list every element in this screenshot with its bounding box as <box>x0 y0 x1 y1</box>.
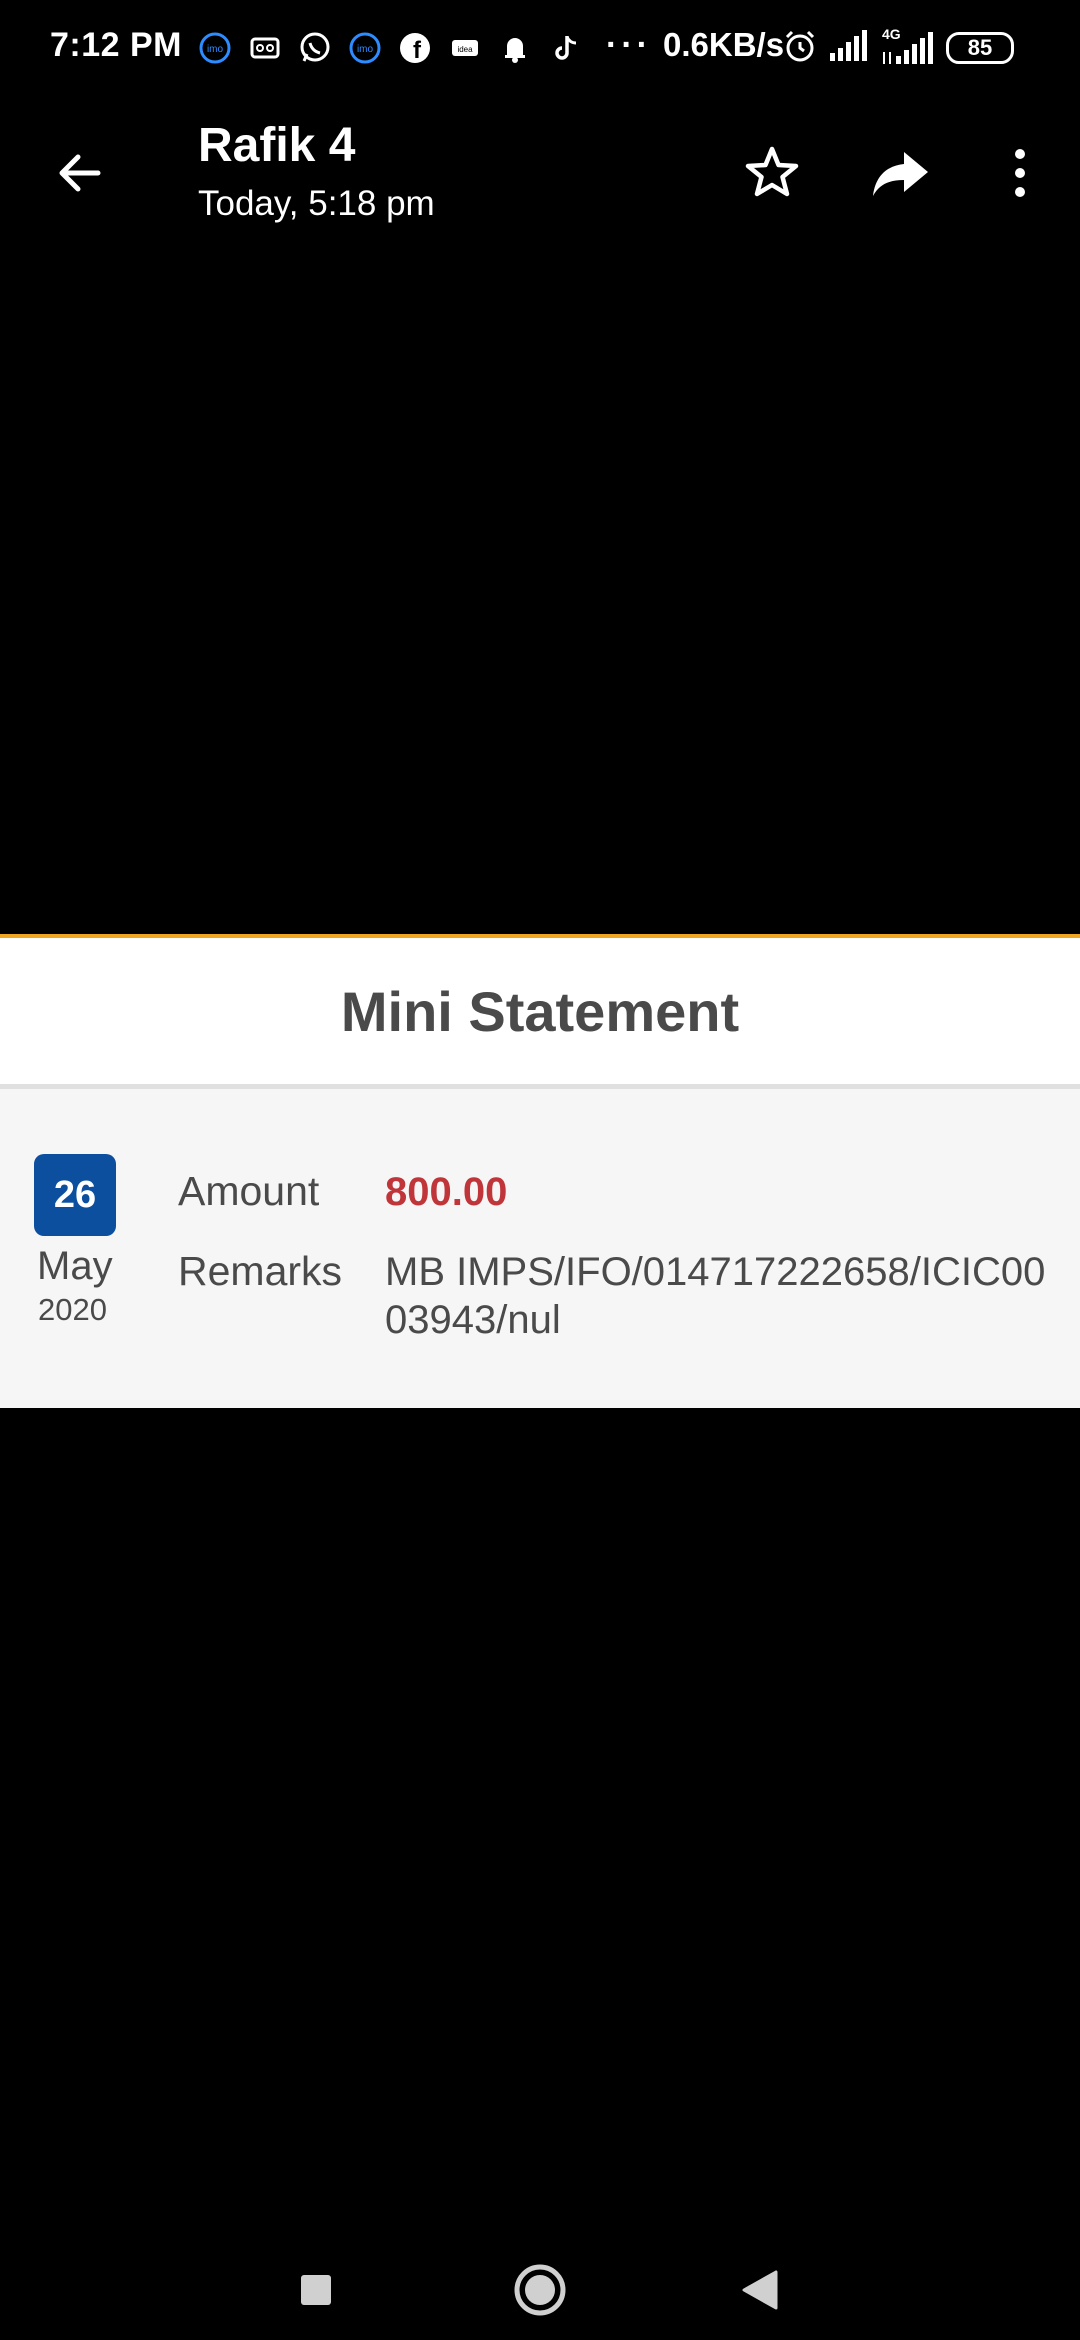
back-arrow-icon[interactable] <box>46 140 112 206</box>
facebook-icon: f <box>396 29 434 67</box>
date-year: 2020 <box>38 1292 107 1327</box>
notification-icons: imo imo f idea <box>196 28 584 68</box>
back-triangle-icon[interactable] <box>720 2250 800 2330</box>
date-day-badge: 26 <box>34 1154 116 1236</box>
recents-square-icon[interactable] <box>276 2250 356 2330</box>
signal-4g-icon: 4G <box>880 26 936 68</box>
battery-indicator: 85 <box>946 32 1014 64</box>
home-circle-icon[interactable] <box>500 2250 580 2330</box>
amount-label: Amount <box>178 1168 320 1214</box>
status-right: 4G 85 <box>782 26 1014 70</box>
status-bar: 7:12 PM imo imo f idea ··· 0.6KB/s 4G 85 <box>0 0 1080 96</box>
imo-icon: imo <box>346 29 384 67</box>
status-time: 7:12 PM <box>50 26 182 64</box>
bell-icon <box>496 29 534 67</box>
more-notifications: ··· <box>606 26 652 64</box>
card-header: Mini Statement <box>0 938 1080 1089</box>
navigation-bar <box>0 2230 1080 2340</box>
voicemail-icon <box>246 29 284 67</box>
svg-text:imo: imo <box>207 44 224 55</box>
app-bar: Rafik 4 Today, 5:18 pm <box>0 110 1080 240</box>
message-timestamp: Today, 5:18 pm <box>198 184 435 223</box>
date-month: May <box>37 1244 113 1288</box>
forward-icon[interactable] <box>866 138 936 208</box>
more-vertical-icon[interactable] <box>985 138 1055 208</box>
svg-text:idea: idea <box>457 45 473 54</box>
card-title: Mini Statement <box>340 979 740 1043</box>
signal-icon <box>828 29 870 68</box>
svg-text:f: f <box>413 37 422 64</box>
network-speed: 0.6KB/s <box>663 26 785 63</box>
amount-value: 800.00 <box>385 1170 508 1214</box>
idea-icon: idea <box>446 29 484 67</box>
imo-icon: imo <box>196 29 234 67</box>
remarks-label: Remarks <box>178 1248 343 1294</box>
svg-text:imo: imo <box>357 44 374 55</box>
star-icon[interactable] <box>737 138 807 208</box>
mini-statement-card: Mini Statement 26 May 2020 Amount 800.00… <box>0 934 1080 1408</box>
tiktok-icon <box>546 29 584 67</box>
whatsapp-icon <box>296 29 334 67</box>
date-day: 26 <box>53 1173 97 1216</box>
alarm-icon <box>782 28 818 69</box>
sender-title: Rafik 4 <box>198 119 356 172</box>
remarks-value: MB IMPS/IFO/014717222658/ICIC0003943/nul <box>385 1250 1046 1342</box>
